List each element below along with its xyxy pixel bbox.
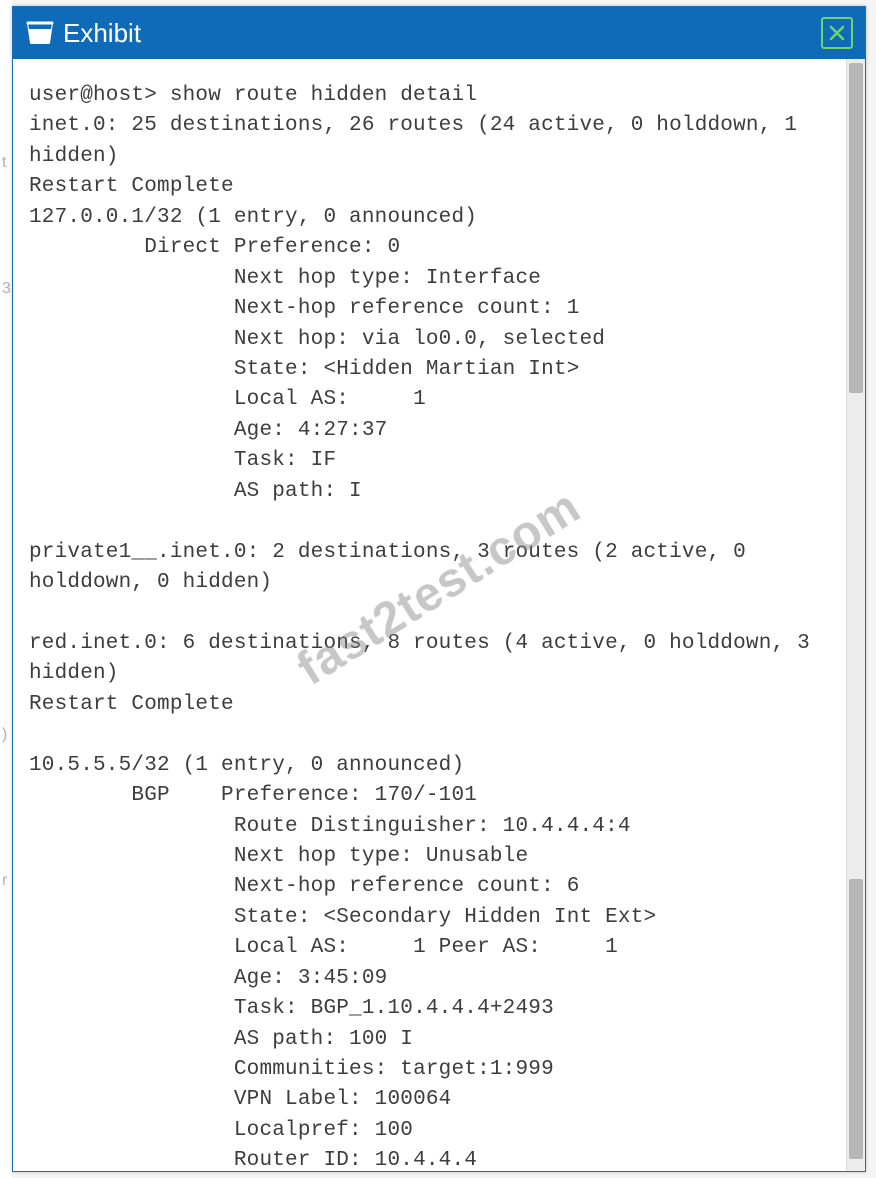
scrollbar-thumb-upper[interactable] xyxy=(849,63,863,393)
window-title: Exhibit xyxy=(63,18,141,49)
exhibit-icon xyxy=(25,20,55,46)
scrollbar-track[interactable] xyxy=(846,59,865,1171)
close-button[interactable] xyxy=(821,17,853,49)
titlebar: Exhibit xyxy=(13,7,865,59)
window-body: user@host> show route hidden detail inet… xyxy=(13,59,865,1171)
close-icon xyxy=(829,25,845,41)
terminal-output: user@host> show route hidden detail inet… xyxy=(29,81,834,1171)
terminal-content[interactable]: user@host> show route hidden detail inet… xyxy=(13,59,846,1171)
scrollbar-thumb-lower[interactable] xyxy=(849,879,863,1159)
exhibit-window: Exhibit user@host> show route hidden det… xyxy=(12,6,866,1172)
page-gutter: t 3 ) r xyxy=(0,0,12,1178)
